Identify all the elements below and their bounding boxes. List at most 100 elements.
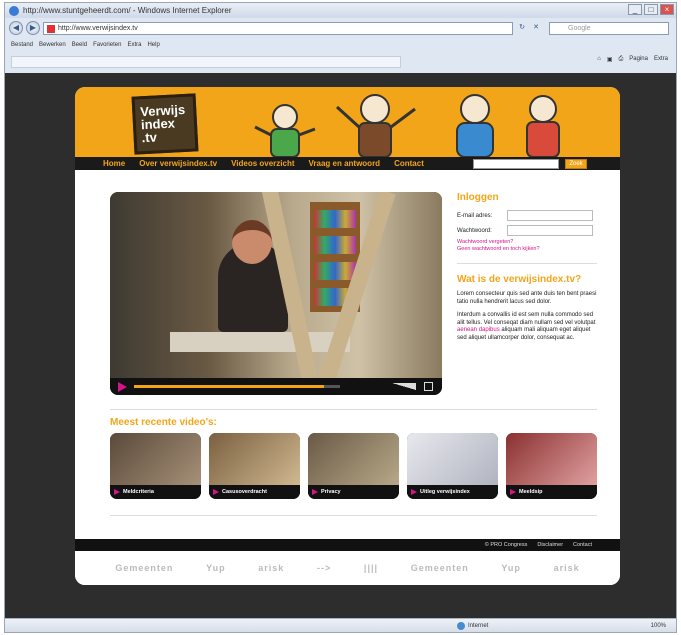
feeds-icon[interactable]: ▣ bbox=[607, 56, 613, 63]
window-title: http://www.stuntgeheerdt.com/ - Windows … bbox=[23, 6, 232, 15]
favorites-row bbox=[5, 53, 676, 71]
volume-icon[interactable] bbox=[392, 383, 416, 390]
sponsor-logo[interactable]: Gemeenten bbox=[411, 563, 469, 573]
play-icon bbox=[411, 489, 417, 495]
sponsor-logo[interactable]: --> bbox=[317, 563, 331, 573]
ie-icon bbox=[9, 5, 19, 16]
video-frame bbox=[110, 192, 442, 385]
thumb-image bbox=[506, 433, 597, 485]
nav-home[interactable]: Home bbox=[103, 159, 125, 168]
email-field[interactable] bbox=[507, 210, 593, 221]
tools-menu[interactable]: Extra bbox=[654, 56, 668, 63]
video-desk bbox=[170, 332, 350, 352]
title-bar: http://www.stuntgeheerdt.com/ - Windows … bbox=[5, 3, 676, 18]
thumb-label: Meldcriteria bbox=[123, 489, 154, 495]
home-icon[interactable]: ⌂ bbox=[597, 56, 601, 63]
play-icon bbox=[114, 489, 120, 495]
site-search-button[interactable]: Zoek bbox=[565, 159, 587, 169]
figure-red bbox=[526, 95, 560, 157]
close-button[interactable]: × bbox=[660, 4, 674, 15]
nav-videos[interactable]: Videos overzicht bbox=[231, 159, 294, 168]
video-controls bbox=[110, 378, 442, 395]
zoom-level[interactable]: 100% bbox=[651, 623, 666, 629]
stop-icon[interactable]: ✕ bbox=[530, 22, 542, 34]
footer-contact[interactable]: Contact bbox=[573, 542, 592, 548]
maximize-button[interactable]: □ bbox=[644, 4, 658, 15]
status-bar: Internet 100% bbox=[5, 618, 676, 632]
main-nav: Home Over verwijsindex.tv Videos overzic… bbox=[75, 157, 620, 170]
refresh-icon[interactable]: ↻ bbox=[516, 22, 528, 34]
video-thumb[interactable]: Uitleg verwijsindex bbox=[407, 433, 498, 499]
forward-icon[interactable]: ▶ bbox=[26, 21, 40, 35]
page-viewport: Verwijs index .tv Home Over verwijsindex… bbox=[5, 73, 676, 618]
about-paragraph-2-pre: Interdum a convallis id est sem nulla co… bbox=[457, 312, 596, 326]
menu-item[interactable]: Bestand bbox=[11, 42, 33, 48]
footer-bar: © PRO Congress Disclaimer Contact bbox=[75, 539, 620, 551]
recent-video-list: Meldcriteria Casusoverdracht Privacy Uit… bbox=[110, 433, 597, 499]
thumb-label: Privacy bbox=[321, 489, 341, 495]
page-icon bbox=[47, 24, 55, 33]
menu-item[interactable]: Extra bbox=[127, 42, 141, 48]
video-thumb[interactable]: Privacy bbox=[308, 433, 399, 499]
thumb-label: Meeldsip bbox=[519, 489, 543, 495]
print-icon[interactable]: ⎙ bbox=[618, 56, 623, 63]
sponsor-logo[interactable]: Yup bbox=[501, 563, 521, 573]
footer-copyright: © PRO Congress bbox=[484, 542, 528, 548]
page-menu[interactable]: Pagina bbox=[629, 56, 648, 63]
password-field[interactable] bbox=[507, 225, 593, 236]
video-person-head bbox=[232, 220, 272, 264]
sponsor-logo[interactable]: Gemeenten bbox=[115, 563, 173, 573]
minimize-button[interactable]: _ bbox=[628, 4, 642, 15]
nav-contact[interactable]: Contact bbox=[394, 159, 424, 168]
cartoon-figures bbox=[254, 94, 560, 157]
video-thumb[interactable]: Meeldsip bbox=[506, 433, 597, 499]
play-icon bbox=[510, 489, 516, 495]
thumb-image bbox=[110, 433, 201, 485]
menu-item[interactable]: Favorieten bbox=[93, 42, 121, 48]
site-search-input[interactable] bbox=[473, 159, 559, 169]
tab-current[interactable] bbox=[11, 56, 401, 68]
play-icon bbox=[312, 489, 318, 495]
sponsor-logos: Gemeenten Yup arisk --> |||| Gemeenten Y… bbox=[75, 551, 620, 585]
back-icon[interactable]: ◀ bbox=[9, 21, 23, 35]
sponsor-logo[interactable]: Yup bbox=[206, 563, 226, 573]
nav-faq[interactable]: Vraag en antwoord bbox=[309, 159, 381, 168]
search-input[interactable]: Google bbox=[549, 21, 669, 35]
sponsor-logo[interactable]: arisk bbox=[554, 563, 580, 573]
menu-item[interactable]: Bewerken bbox=[39, 42, 66, 48]
fullscreen-icon[interactable] bbox=[424, 382, 433, 391]
thumb-label: Casusoverdracht bbox=[222, 489, 267, 495]
menu-item[interactable]: Beeld bbox=[72, 42, 87, 48]
sponsor-logo[interactable]: |||| bbox=[364, 563, 378, 573]
figure-blue bbox=[456, 94, 494, 157]
password-label: Wachtwoord: bbox=[457, 227, 492, 234]
about-inline-link[interactable]: aenean dapibus bbox=[457, 327, 500, 333]
video-player[interactable] bbox=[110, 192, 442, 395]
thumb-image bbox=[209, 433, 300, 485]
register-link[interactable]: Geen wachtwoord en toch kijken? bbox=[457, 246, 597, 253]
header-banner: Verwijs index .tv bbox=[75, 87, 620, 157]
play-icon[interactable] bbox=[118, 382, 127, 392]
recent-divider bbox=[110, 409, 597, 410]
address-bar[interactable]: http://www.verwijsindex.tv bbox=[43, 21, 513, 35]
thumb-label: Uitleg verwijsindex bbox=[420, 489, 470, 495]
video-progress[interactable] bbox=[134, 385, 340, 388]
thumb-image bbox=[308, 433, 399, 485]
play-icon bbox=[213, 489, 219, 495]
nav-about[interactable]: Over verwijsindex.tv bbox=[139, 159, 217, 168]
address-row: ◀ ▶ http://www.verwijsindex.tv ↻ ✕ Googl… bbox=[5, 19, 676, 37]
figure-green bbox=[254, 104, 316, 157]
footer-disclaimer[interactable]: Disclaimer bbox=[537, 542, 563, 548]
menu-item[interactable]: Help bbox=[147, 42, 159, 48]
sponsor-logo[interactable]: arisk bbox=[258, 563, 284, 573]
website-page: Verwijs index .tv Home Over verwijsindex… bbox=[75, 87, 620, 585]
about-title: Wat is de verwijsindex.tv? bbox=[457, 274, 582, 285]
command-bar: ⌂ ▣ ⎙ Pagina Extra bbox=[597, 56, 668, 63]
video-thumb[interactable]: Casusoverdracht bbox=[209, 433, 300, 499]
login-title: Inloggen bbox=[457, 192, 499, 203]
video-thumb[interactable]: Meldcriteria bbox=[110, 433, 201, 499]
sidebar: Inloggen E-mail adres: Wachtwoord: Wacht… bbox=[457, 192, 597, 348]
globe-icon bbox=[457, 621, 465, 630]
thumb-image bbox=[407, 433, 498, 485]
forgot-password-link[interactable]: Wachtwoord vergeten? bbox=[457, 239, 597, 246]
